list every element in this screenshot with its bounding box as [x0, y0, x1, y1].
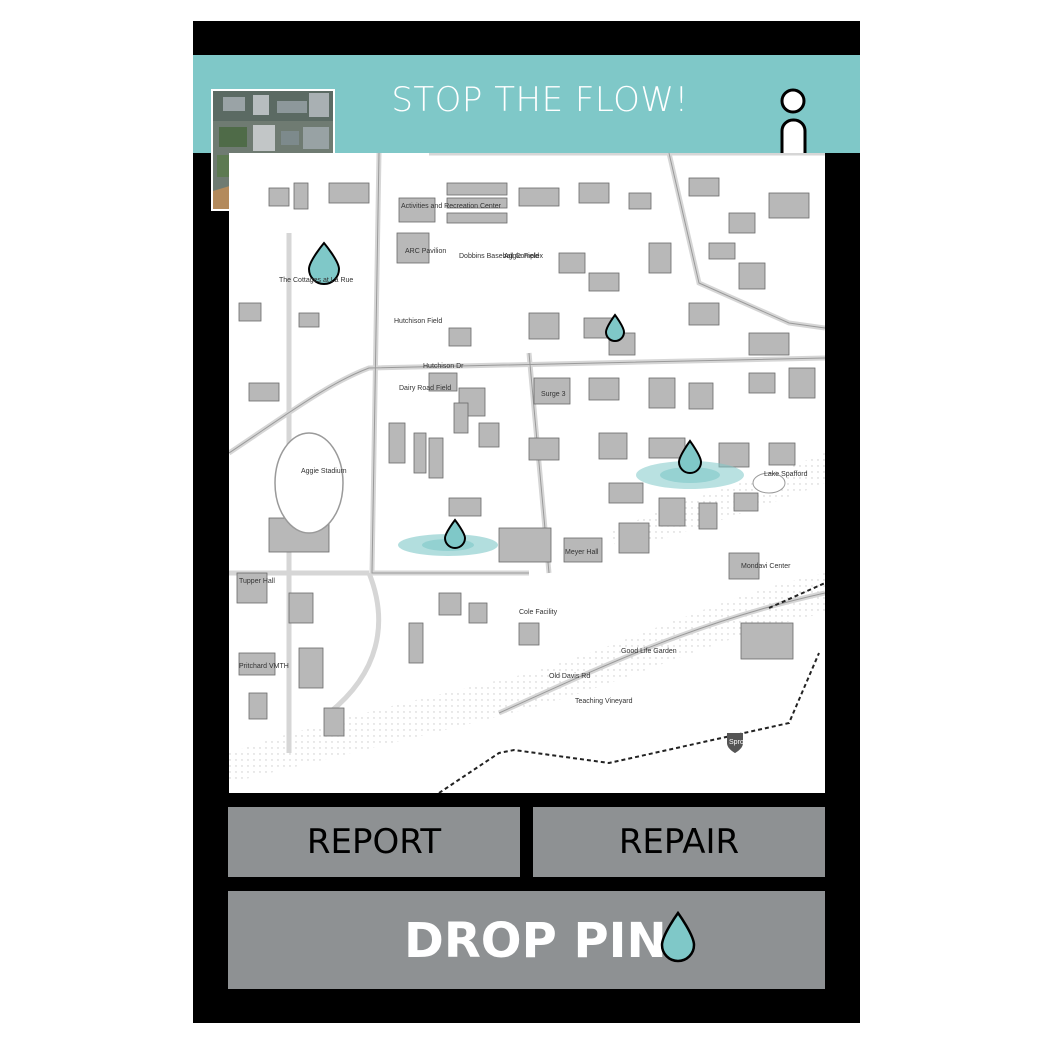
map-label: Aggie Stadium — [301, 468, 347, 475]
campus-map[interactable]: Activities and Recreation Center ARC Pav… — [229, 153, 825, 793]
map-label: Pritchard VMTH — [239, 663, 289, 670]
map-label: Tupper Hall — [239, 578, 275, 585]
map-label: Dairy Road Field — [399, 385, 452, 392]
report-button-label: REPORT — [306, 822, 442, 862]
map-label: Good Life Garden — [621, 648, 677, 655]
report-button[interactable]: REPORT — [228, 807, 520, 877]
map-label: Mondavi Center — [741, 563, 791, 570]
interstate-label: Sproul Hall — [729, 739, 764, 746]
map-label: Old Davis Rd — [549, 673, 591, 680]
map-label: Teaching Vineyard — [575, 698, 633, 705]
repair-button[interactable]: REPAIR — [533, 807, 825, 877]
map-label: Activities and Recreation Center — [401, 203, 501, 210]
app-title: STOP THE FLOW! — [391, 80, 689, 120]
map-label: Meyer Hall — [565, 549, 599, 556]
repair-button-label: REPAIR — [618, 822, 740, 862]
map-label: Cole Facility — [519, 609, 558, 616]
map-label: Lake Spafford — [764, 471, 808, 478]
drop-pin-button[interactable]: DROP PIN — [228, 891, 825, 989]
map-label: Hutchison Dr — [423, 363, 464, 370]
map-label: The Cottages at La Rue — [279, 277, 354, 284]
map-label: Hutchison Field — [394, 318, 443, 325]
map-label: Surge 3 — [541, 391, 566, 398]
drop-pin-button-label: DROP PIN — [404, 913, 667, 969]
map-label: ARC Pavilion — [405, 248, 447, 255]
water-drop-icon — [658, 909, 698, 977]
map-label: Aggie Field — [504, 253, 540, 260]
